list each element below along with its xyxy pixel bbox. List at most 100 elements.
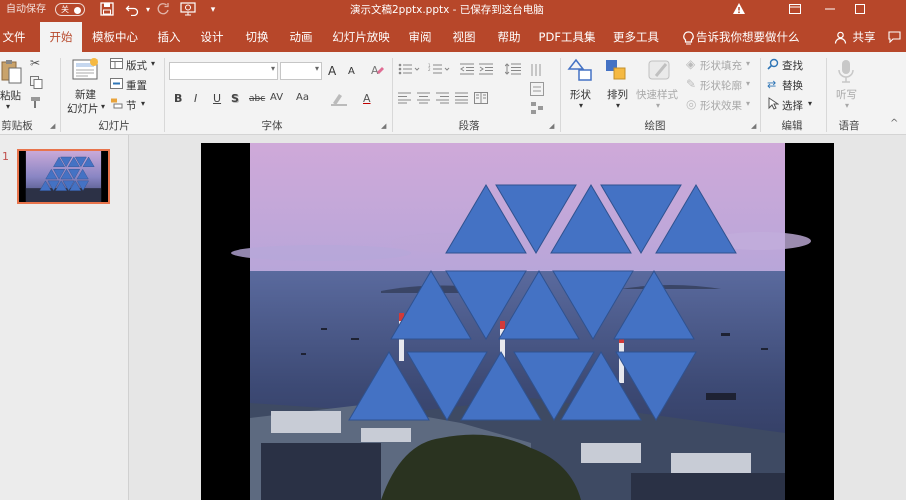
text-shadow-button[interactable]: S bbox=[231, 92, 239, 105]
shape-effects-button[interactable]: 形状效果 bbox=[700, 98, 742, 113]
shape-fill-dropdown-icon[interactable]: ▾ bbox=[746, 59, 750, 68]
justify-icon[interactable] bbox=[455, 92, 468, 107]
tab-insert[interactable]: 插入 bbox=[152, 22, 186, 52]
change-case-button[interactable]: Aa bbox=[296, 92, 309, 103]
section-button[interactable]: 节 bbox=[126, 98, 137, 113]
comments-icon[interactable] bbox=[884, 22, 904, 52]
tell-me-search[interactable]: 告诉我你想要做什么 bbox=[696, 22, 800, 52]
format-painter-icon[interactable] bbox=[30, 96, 43, 112]
tab-animations[interactable]: 动画 bbox=[284, 22, 318, 52]
shape-fill-icon[interactable]: ◈ bbox=[686, 57, 695, 71]
tab-transitions[interactable]: 切换 bbox=[240, 22, 274, 52]
maximize-icon[interactable] bbox=[845, 0, 875, 20]
dictate-dropdown-icon[interactable]: ▾ bbox=[845, 101, 849, 110]
paragraph-launcher-icon[interactable]: ◢ bbox=[549, 122, 554, 130]
font-size-combo[interactable]: ▾ bbox=[280, 62, 322, 80]
numbering-icon[interactable]: 12 bbox=[428, 63, 450, 78]
tab-pdf-tools[interactable]: PDF工具集 bbox=[536, 22, 598, 52]
select-button[interactable]: 选择 bbox=[782, 98, 803, 113]
arrange-icon[interactable] bbox=[604, 58, 632, 86]
tab-help[interactable]: 帮助 bbox=[492, 22, 526, 52]
character-spacing-button[interactable]: AV bbox=[270, 92, 283, 103]
tab-more-tools[interactable]: 更多工具 bbox=[609, 22, 663, 52]
microphone-icon[interactable] bbox=[836, 58, 864, 86]
highlight-icon[interactable] bbox=[330, 92, 348, 109]
shape-effects-dropdown-icon[interactable]: ▾ bbox=[746, 99, 750, 108]
find-button[interactable]: 查找 bbox=[782, 58, 803, 73]
cut-icon[interactable]: ✂ bbox=[30, 56, 40, 70]
drawing-launcher-icon[interactable]: ◢ bbox=[751, 122, 756, 130]
arrange-button[interactable]: 排列 bbox=[607, 87, 628, 102]
tab-template-center[interactable]: 模板中心 bbox=[88, 22, 142, 52]
tab-view[interactable]: 视图 bbox=[447, 22, 481, 52]
bullets-icon[interactable] bbox=[398, 63, 420, 78]
warning-icon[interactable] bbox=[731, 2, 747, 18]
replace-icon[interactable]: ⇄ bbox=[767, 78, 776, 91]
tab-file[interactable]: 文件 bbox=[0, 22, 28, 52]
clear-formatting-icon[interactable]: A bbox=[370, 63, 384, 80]
customize-quick-access-icon[interactable]: ▾ bbox=[205, 2, 221, 18]
quick-styles-dropdown-icon[interactable]: ▾ bbox=[656, 101, 660, 110]
align-right-icon[interactable] bbox=[436, 92, 449, 107]
grow-font-button[interactable]: A bbox=[328, 64, 336, 78]
save-icon[interactable] bbox=[99, 2, 115, 18]
font-color-button[interactable]: A bbox=[363, 92, 371, 105]
tab-design[interactable]: 设计 bbox=[195, 22, 229, 52]
tab-home[interactable]: 开始 bbox=[40, 22, 82, 52]
underline-button[interactable]: U bbox=[213, 92, 221, 105]
shape-outline-dropdown-icon[interactable]: ▾ bbox=[746, 79, 750, 88]
shapes-icon[interactable] bbox=[566, 58, 594, 86]
layout-icon[interactable] bbox=[110, 58, 123, 72]
new-slide-dropdown-icon[interactable]: ▾ bbox=[101, 102, 105, 111]
clipboard-launcher-icon[interactable]: ◢ bbox=[50, 122, 55, 130]
slide-thumbnail[interactable] bbox=[17, 149, 110, 204]
align-text-icon[interactable] bbox=[530, 82, 544, 99]
layout-button[interactable]: 版式 bbox=[126, 58, 147, 73]
redo-icon[interactable] bbox=[155, 2, 171, 18]
minimize-icon[interactable] bbox=[815, 0, 845, 20]
align-left-icon[interactable] bbox=[398, 92, 411, 107]
section-dropdown-icon[interactable]: ▾ bbox=[141, 99, 145, 108]
shape-effects-icon[interactable]: ◎ bbox=[686, 97, 696, 111]
select-icon[interactable] bbox=[767, 97, 780, 113]
find-icon[interactable] bbox=[767, 58, 779, 73]
select-dropdown-icon[interactable]: ▾ bbox=[808, 99, 812, 108]
columns-icon[interactable] bbox=[474, 92, 488, 107]
arrange-dropdown-icon[interactable]: ▾ bbox=[616, 101, 620, 110]
quick-styles-icon[interactable] bbox=[646, 58, 674, 86]
share-icon[interactable] bbox=[832, 22, 848, 52]
shape-outline-button[interactable]: 形状轮廓 bbox=[700, 78, 742, 93]
font-launcher-icon[interactable]: ◢ bbox=[381, 122, 386, 130]
paste-icon[interactable] bbox=[0, 58, 28, 86]
new-slide-icon[interactable] bbox=[72, 57, 100, 85]
shapes-button[interactable]: 形状 bbox=[570, 87, 591, 102]
shape-fill-button[interactable]: 形状填充 bbox=[700, 58, 742, 73]
reset-button[interactable]: 重置 bbox=[126, 78, 147, 93]
undo-icon[interactable] bbox=[124, 2, 140, 18]
slide-canvas[interactable] bbox=[201, 143, 834, 500]
undo-dropdown-icon[interactable]: ▾ bbox=[140, 2, 156, 18]
quick-styles-button[interactable]: 快速样式 bbox=[636, 87, 678, 102]
line-spacing-icon[interactable] bbox=[504, 63, 523, 78]
shapes-dropdown-icon[interactable]: ▾ bbox=[579, 101, 583, 110]
ribbon-display-options-icon[interactable] bbox=[780, 0, 810, 20]
present-from-start-icon[interactable] bbox=[180, 2, 196, 18]
section-icon[interactable] bbox=[110, 98, 123, 112]
tab-review[interactable]: 审阅 bbox=[403, 22, 437, 52]
shape-outline-icon[interactable]: ✎ bbox=[686, 77, 696, 91]
paste-dropdown-icon[interactable]: ▾ bbox=[6, 102, 10, 111]
shrink-font-button[interactable]: A bbox=[348, 66, 355, 77]
autosave-toggle[interactable]: 关 bbox=[55, 3, 85, 16]
collapse-ribbon-icon[interactable]: ^ bbox=[890, 118, 898, 129]
bold-button[interactable]: B bbox=[174, 92, 182, 105]
decrease-indent-icon[interactable] bbox=[460, 63, 474, 78]
tab-slide-show[interactable]: 幻灯片放映 bbox=[328, 22, 394, 52]
font-name-combo[interactable]: ▾ bbox=[169, 62, 278, 80]
italic-button[interactable]: I bbox=[194, 92, 197, 105]
paste-button[interactable]: 粘贴 bbox=[0, 88, 21, 103]
convert-to-smartart-icon[interactable] bbox=[530, 101, 544, 118]
new-slide-button[interactable]: 新建 bbox=[75, 87, 96, 102]
copy-icon[interactable] bbox=[30, 76, 43, 92]
strikethrough-button[interactable]: abc bbox=[249, 94, 265, 104]
layout-dropdown-icon[interactable]: ▾ bbox=[151, 59, 155, 68]
